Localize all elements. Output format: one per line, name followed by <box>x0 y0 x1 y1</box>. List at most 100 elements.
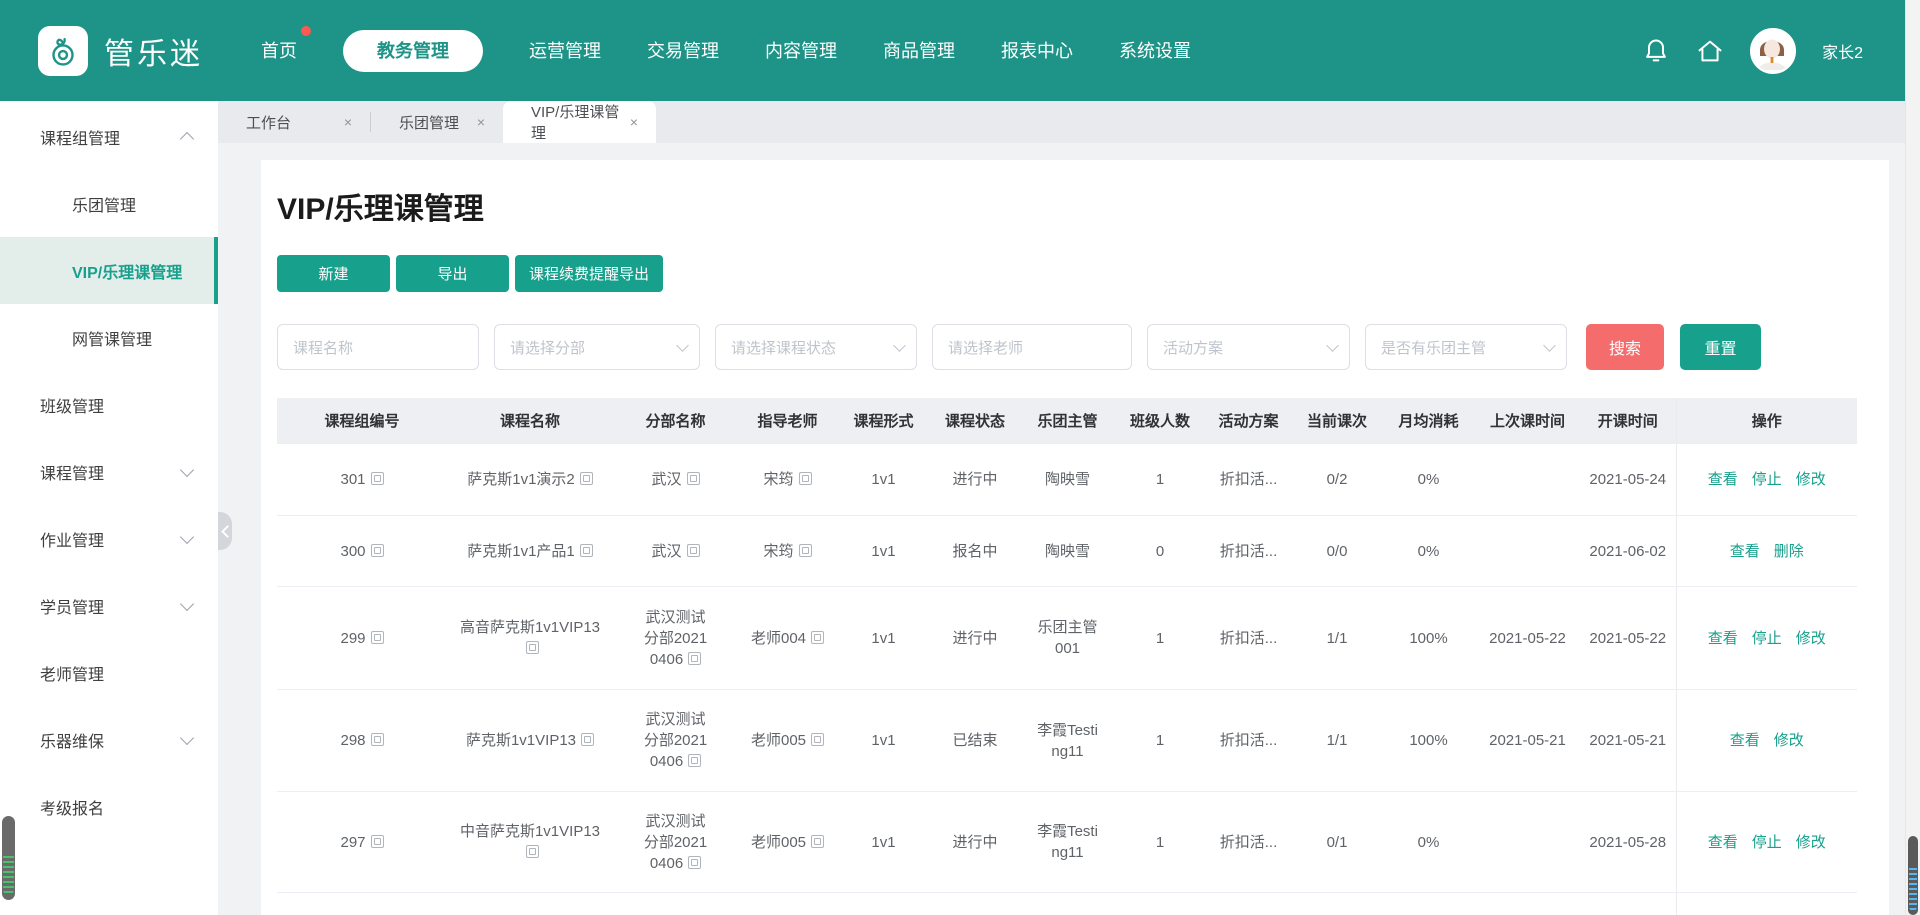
tab-close-icon[interactable]: × <box>620 114 656 130</box>
copy-icon[interactable] <box>371 631 384 644</box>
table-row: 300萨克斯1v1产品1武汉宋筠1v1报名中陶映雪0折扣活...0/00%202… <box>277 516 1857 587</box>
sidebar-item-course-mgmt[interactable]: 课程管理 <box>0 438 218 505</box>
filter-branch-select[interactable]: 请选择分部 <box>494 324 700 370</box>
copy-icon[interactable] <box>526 845 539 858</box>
nav-item-system[interactable]: 系统设置 <box>1119 30 1191 72</box>
username[interactable]: 家长2 <box>1822 39 1863 63</box>
tab-close-icon[interactable]: × <box>467 114 503 130</box>
chevron-down-icon <box>180 730 194 744</box>
sidebar-collapse-handle[interactable] <box>218 512 232 550</box>
column-header-activity-plan: 活动方案 <box>1205 398 1292 444</box>
copy-icon[interactable] <box>799 544 812 557</box>
copy-icon[interactable] <box>581 733 594 746</box>
renew-remind-export-button[interactable]: 课程续费提醒导出 <box>515 255 663 292</box>
sidebar-item-class-mgmt[interactable]: 班级管理 <box>0 371 218 438</box>
sidebar-item-online-course-mgmt[interactable]: 网管课管理 <box>0 304 218 371</box>
view-action-link[interactable]: 查看 <box>1730 732 1760 749</box>
cell-band-manager: 李霞Testing11 <box>1020 690 1115 792</box>
delete-action-link[interactable]: 删除 <box>1774 543 1804 560</box>
view-action-link[interactable]: 查看 <box>1708 834 1738 851</box>
filter-activity-plan-select[interactable]: 活动方案 <box>1147 324 1350 370</box>
edit-action-link[interactable]: 修改 <box>1774 732 1804 749</box>
cell-current-lesson: 1/1 <box>1292 690 1382 792</box>
copy-icon[interactable] <box>687 472 700 485</box>
tab-bar: 工作台×乐团管理×VIP/乐理课管理× <box>218 101 1905 143</box>
nav-item-operation[interactable]: 运营管理 <box>529 30 601 72</box>
copy-icon[interactable] <box>371 544 384 557</box>
edit-action-link[interactable]: 修改 <box>1796 834 1826 851</box>
window-scrollbar-thumb[interactable] <box>1908 836 1918 915</box>
filter-teacher-input[interactable]: 请选择老师 <box>932 324 1132 370</box>
cell-current-lesson: 1/1 <box>1292 587 1382 690</box>
copy-icon[interactable] <box>687 544 700 557</box>
stop-action-link[interactable]: 停止 <box>1752 471 1782 488</box>
window-scrollbar-track[interactable] <box>1905 0 1920 915</box>
cell-teacher: 老师005 <box>738 792 837 893</box>
stop-action-link[interactable]: 停止 <box>1752 630 1782 647</box>
sidebar-item-course-group-mgmt[interactable]: 课程组管理 <box>0 103 218 170</box>
column-header-last-lesson-time: 上次课时间 <box>1475 398 1580 444</box>
nav-item-report[interactable]: 报表中心 <box>1001 30 1073 72</box>
sidebar-item-instrument-maintenance[interactable]: 乐器维保 <box>0 706 218 773</box>
cell-band-manager: 陶映雪 <box>1020 516 1115 587</box>
create-button[interactable]: 新建 <box>277 255 390 292</box>
copy-icon[interactable] <box>580 472 593 485</box>
view-action-link[interactable]: 查看 <box>1730 543 1760 560</box>
cell-branch-name: 武汉 <box>613 516 738 587</box>
cell-course-status <box>930 893 1020 915</box>
cell-last-lesson-time <box>1475 444 1580 516</box>
sidebar-item-label: 学员管理 <box>40 594 104 618</box>
tab-close-icon[interactable]: × <box>334 114 370 130</box>
cell-activity-plan <box>1205 893 1292 915</box>
edit-action-link[interactable]: 修改 <box>1796 471 1826 488</box>
copy-icon[interactable] <box>580 544 593 557</box>
cell-branch-name: 武汉 <box>613 444 738 516</box>
copy-icon[interactable] <box>371 472 384 485</box>
sidebar-item-homework-mgmt[interactable]: 作业管理 <box>0 505 218 572</box>
column-header-monthly-consumption: 月均消耗 <box>1382 398 1475 444</box>
copy-icon[interactable] <box>688 856 701 869</box>
filter-course-status-select[interactable]: 请选择课程状态 <box>715 324 917 370</box>
sidebar-item-exam-registration[interactable]: 考级报名 <box>0 773 218 840</box>
copy-icon[interactable] <box>799 472 812 485</box>
search-button[interactable]: 搜索 <box>1586 324 1664 370</box>
nav-item-goods[interactable]: 商品管理 <box>883 30 955 72</box>
view-action-link[interactable]: 查看 <box>1708 630 1738 647</box>
brand[interactable]: 管乐迷 <box>38 26 203 76</box>
sidebar-item-teacher-mgmt[interactable]: 老师管理 <box>0 639 218 706</box>
cell-course-form: 1v1 <box>837 516 930 587</box>
sidebar-item-vip-course-mgmt[interactable]: VIP/乐理课管理 <box>0 237 218 304</box>
reset-button[interactable]: 重置 <box>1680 324 1761 370</box>
copy-icon[interactable] <box>811 733 824 746</box>
bell-icon[interactable] <box>1642 37 1670 65</box>
stop-action-link[interactable]: 停止 <box>1752 834 1782 851</box>
copy-icon[interactable] <box>371 733 384 746</box>
filter-course-name-input[interactable]: 课程名称 <box>277 324 479 370</box>
nav-item-home[interactable]: 首页 <box>261 30 297 72</box>
tab-workbench[interactable]: 工作台× <box>218 101 370 143</box>
nav-item-edu[interactable]: 教务管理 <box>343 30 483 72</box>
home-icon[interactable] <box>1696 37 1724 65</box>
sidebar-item-student-mgmt[interactable]: 学员管理 <box>0 572 218 639</box>
table-row: 299高音萨克斯1v1VIP13武汉测试分部20210406老师0041v1进行… <box>277 587 1857 690</box>
cell-last-lesson-time: 2021-05-21 <box>1475 690 1580 792</box>
copy-icon[interactable] <box>811 631 824 644</box>
nav-item-content[interactable]: 内容管理 <box>765 30 837 72</box>
copy-icon[interactable] <box>371 835 384 848</box>
copy-icon[interactable] <box>526 641 539 654</box>
filter-has-band-manager-select[interactable]: 是否有乐团主管 <box>1365 324 1567 370</box>
nav-item-trade[interactable]: 交易管理 <box>647 30 719 72</box>
tab-band-mgmt[interactable]: 乐团管理× <box>371 101 503 143</box>
sidebar-item-band-mgmt[interactable]: 乐团管理 <box>0 170 218 237</box>
copy-icon[interactable] <box>811 835 824 848</box>
edit-action-link[interactable]: 修改 <box>1796 630 1826 647</box>
copy-icon[interactable] <box>688 652 701 665</box>
view-action-link[interactable]: 查看 <box>1708 471 1738 488</box>
cell-current-lesson <box>1292 893 1382 915</box>
tab-vip-course[interactable]: VIP/乐理课管理× <box>503 101 656 143</box>
left-scrollbar-thumb[interactable] <box>2 816 15 900</box>
cell-band-manager: 乐团主管001 <box>1020 587 1115 690</box>
copy-icon[interactable] <box>688 754 701 767</box>
export-button[interactable]: 导出 <box>396 255 509 292</box>
user-avatar[interactable] <box>1750 28 1796 74</box>
